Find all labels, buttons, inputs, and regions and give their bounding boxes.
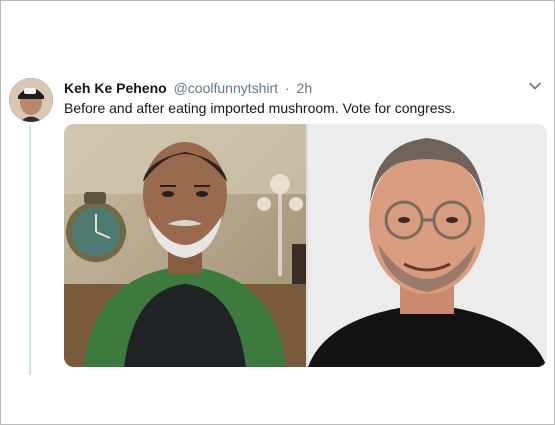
author-handle[interactable]: @coolfunnytshirt [174, 80, 278, 96]
photo-man-in-black-turtleneck [308, 124, 547, 367]
tweet-header: Keh Ke Peheno @coolfunnytshirt · 2h [64, 78, 312, 98]
avatar-illustration [9, 78, 53, 122]
avatar[interactable] [9, 78, 53, 122]
chevron-down-icon[interactable] [528, 79, 542, 93]
media-photo-left[interactable] [64, 124, 306, 367]
author-name[interactable]: Keh Ke Peheno [64, 80, 167, 96]
thread-line [29, 125, 31, 375]
media-photo-right[interactable] [308, 124, 547, 367]
separator-dot: · [284, 80, 290, 96]
tweet-card[interactable]: Keh Ke Peheno @coolfunnytshirt · 2h Befo… [1, 63, 554, 376]
tweet-timestamp[interactable]: 2h [297, 80, 313, 96]
tweet-text: Before and after eating imported mushroo… [64, 100, 456, 116]
photo-man-in-green-kurta [64, 124, 306, 367]
tweet-media[interactable] [64, 124, 547, 367]
